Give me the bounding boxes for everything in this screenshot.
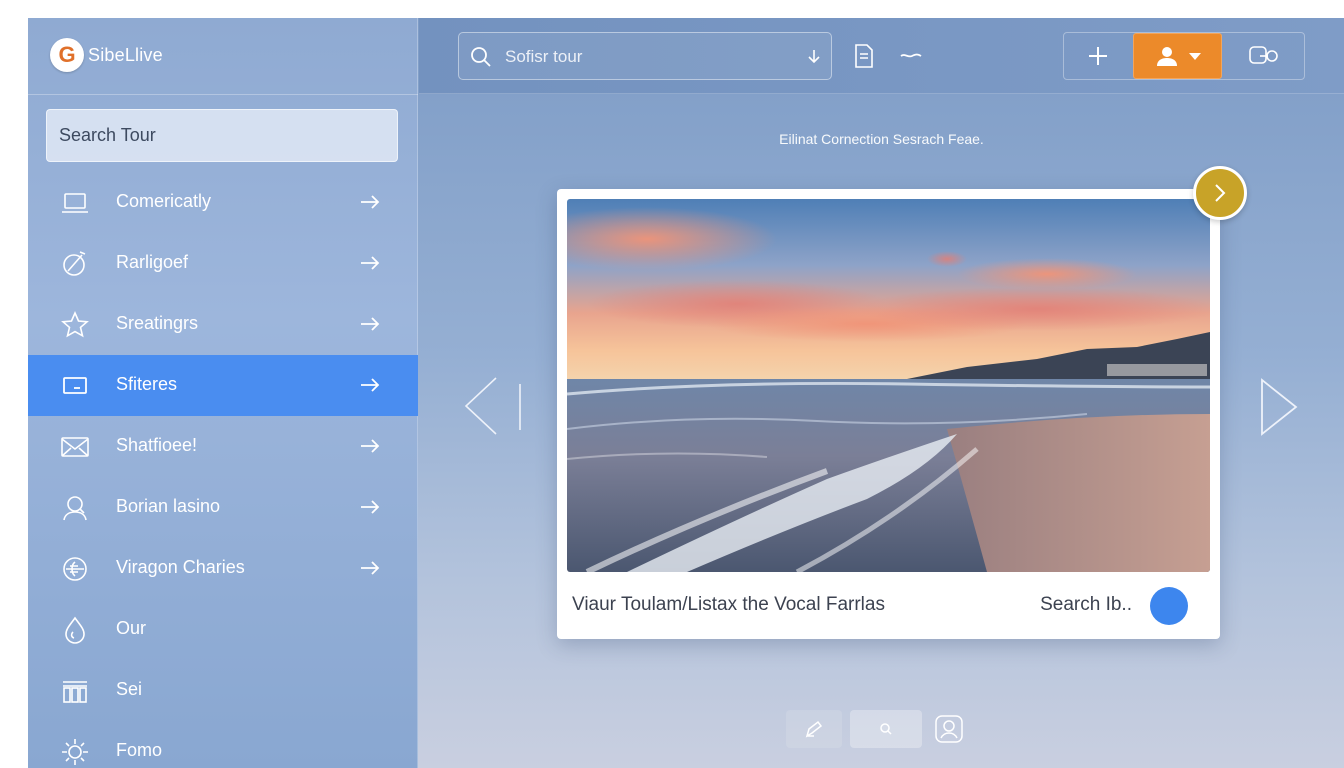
sidebar-item-label: Borian lasino	[116, 496, 221, 516]
sidebar-search-label: Search Tour	[59, 125, 156, 145]
arrow-right-icon	[361, 195, 380, 209]
laptop-icon	[62, 193, 88, 213]
next-badge-button[interactable]	[1193, 166, 1247, 220]
user-icon	[1156, 47, 1177, 66]
beach-sunset-photo[interactable]	[567, 199, 1210, 572]
sidebar-item-label: Viragon Charies	[116, 557, 245, 577]
card-caption: Viaur Toulam/Listax the Vocal Farrlas	[572, 594, 885, 615]
sidebar-item-5[interactable]: Borian lasino	[28, 477, 418, 538]
chevron-right-icon	[1215, 184, 1226, 202]
sidebar-item-label: Sfiteres	[116, 374, 178, 394]
share-button[interactable]	[1222, 33, 1306, 79]
columns-icon	[63, 681, 87, 703]
sidebar-item-label: Comericatly	[116, 191, 212, 211]
sidebar-item-3[interactable]: Sfiteres	[28, 355, 418, 416]
compass-icon	[63, 251, 86, 276]
sidebar-item-1[interactable]: Rarligoef	[28, 233, 418, 294]
main-caption: Eilinat Cornection Sesrach Feae.	[779, 131, 984, 147]
sidebar-item-label: Our	[116, 618, 147, 638]
star-icon	[61, 311, 89, 338]
brand-name: SibeLlive	[88, 44, 163, 65]
sidebar-item-label: Fomo	[116, 740, 163, 760]
sidebar-item-label: Shatfioee!	[116, 435, 198, 455]
user-menu-button[interactable]	[1133, 33, 1222, 79]
minimize-icon[interactable]	[898, 46, 924, 66]
document-icon[interactable]	[851, 42, 877, 70]
image-card: Viaur Toulam/Listax the Vocal Farrlas Se…	[557, 189, 1220, 639]
pencil-icon	[805, 720, 823, 738]
arrow-right-icon	[361, 317, 380, 331]
screen-icon	[63, 377, 87, 394]
face-scan-icon	[935, 715, 963, 743]
plus-icon	[1089, 47, 1107, 65]
arrow-right-icon	[361, 500, 380, 514]
globe-icon	[63, 557, 87, 581]
zoom-tool-button[interactable]	[850, 710, 922, 748]
sidebar-item-7[interactable]: Our	[28, 599, 418, 660]
arrow-right-icon	[361, 561, 380, 575]
top-search-input[interactable]: Sofisr tour	[458, 32, 832, 80]
sidebar-item-0[interactable]: Comericatly	[28, 172, 418, 233]
search-icon	[471, 47, 491, 67]
sidebar-item-label: Rarligoef	[116, 252, 189, 272]
previous-arrow-icon[interactable]	[462, 374, 528, 438]
search-icon	[880, 723, 892, 735]
photo-illustration	[567, 199, 1210, 572]
app-window: G SibeLlive Search Tour Comericatly Rarl…	[28, 18, 1344, 768]
arrow-right-icon	[361, 439, 380, 453]
add-button[interactable]	[1064, 33, 1132, 79]
brand-logo-icon: G	[50, 38, 84, 72]
sidebar-item-label: Sei	[116, 679, 143, 699]
sidebar-item-label: Sreatingrs	[116, 313, 199, 333]
drop-icon	[65, 616, 85, 644]
sidebar: G SibeLlive Search Tour Comericatly Rarl…	[28, 18, 418, 768]
face-tool-button[interactable]	[930, 710, 968, 748]
share-icon	[1249, 46, 1278, 64]
sidebar-item-6[interactable]: Viragon Charies	[28, 538, 418, 599]
arrow-right-icon	[361, 256, 380, 270]
sidebar-item-9[interactable]: Fomo	[28, 721, 418, 768]
sidebar-item-8[interactable]: Sei	[28, 660, 418, 721]
edit-tool-button[interactable]	[786, 710, 842, 748]
mail-icon	[61, 437, 89, 457]
chevron-down-icon[interactable]	[805, 47, 823, 67]
sidebar-search-input[interactable]: Search Tour	[46, 109, 398, 162]
sidebar-item-2[interactable]: Sreatingrs	[28, 294, 418, 355]
arrow-right-icon	[361, 378, 380, 392]
divider	[28, 94, 418, 95]
action-button-group	[1063, 32, 1305, 80]
sidebar-item-4[interactable]: Shatfioee!	[28, 416, 418, 477]
next-arrow-icon[interactable]	[1256, 376, 1302, 438]
top-search-placeholder: Sofisr tour	[505, 47, 583, 66]
sidebar-nav: Comericatly Rarligoef Sreatingrs Sfitere…	[28, 172, 418, 768]
brand[interactable]: G SibeLlive	[50, 38, 163, 72]
card-action-dot[interactable]	[1150, 587, 1188, 625]
topbar: Sofisr tour	[419, 18, 1344, 94]
caret-down-icon	[1188, 53, 1201, 60]
card-search-link[interactable]: Search Ib..	[1040, 594, 1132, 616]
sun-icon	[62, 739, 88, 765]
user-search-icon	[63, 496, 87, 521]
